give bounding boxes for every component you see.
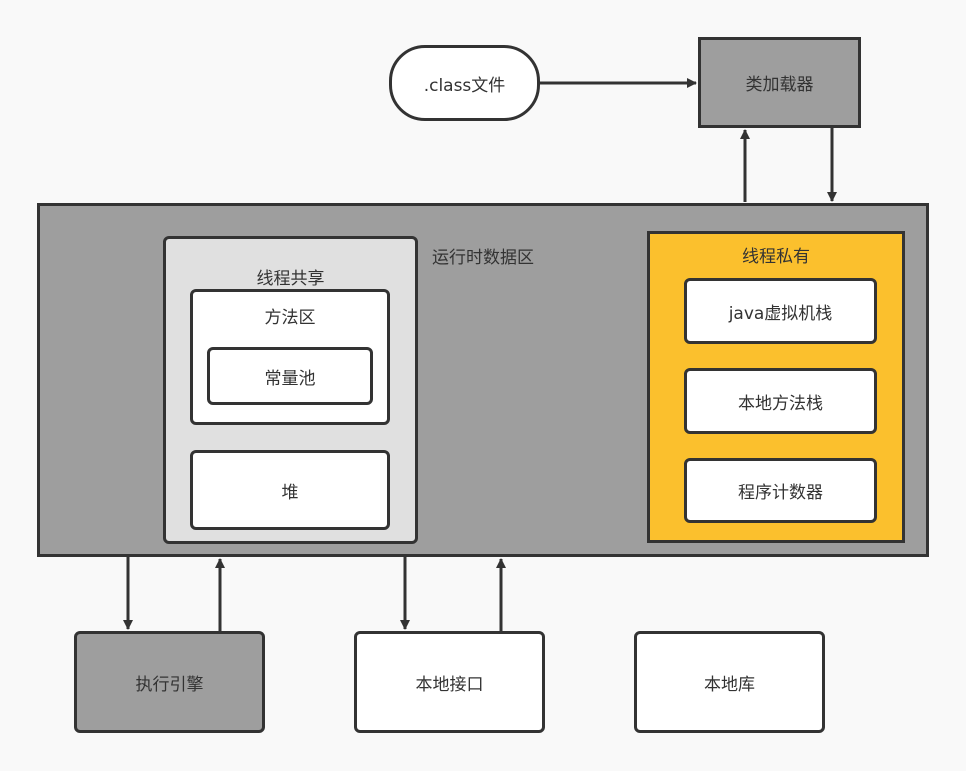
diagram-canvas: .class文件 类加载器 运行时数据区 线程共享 方法区 常量池 堆 线程私有… bbox=[0, 0, 966, 771]
arrows-layer bbox=[123, 78, 837, 631]
